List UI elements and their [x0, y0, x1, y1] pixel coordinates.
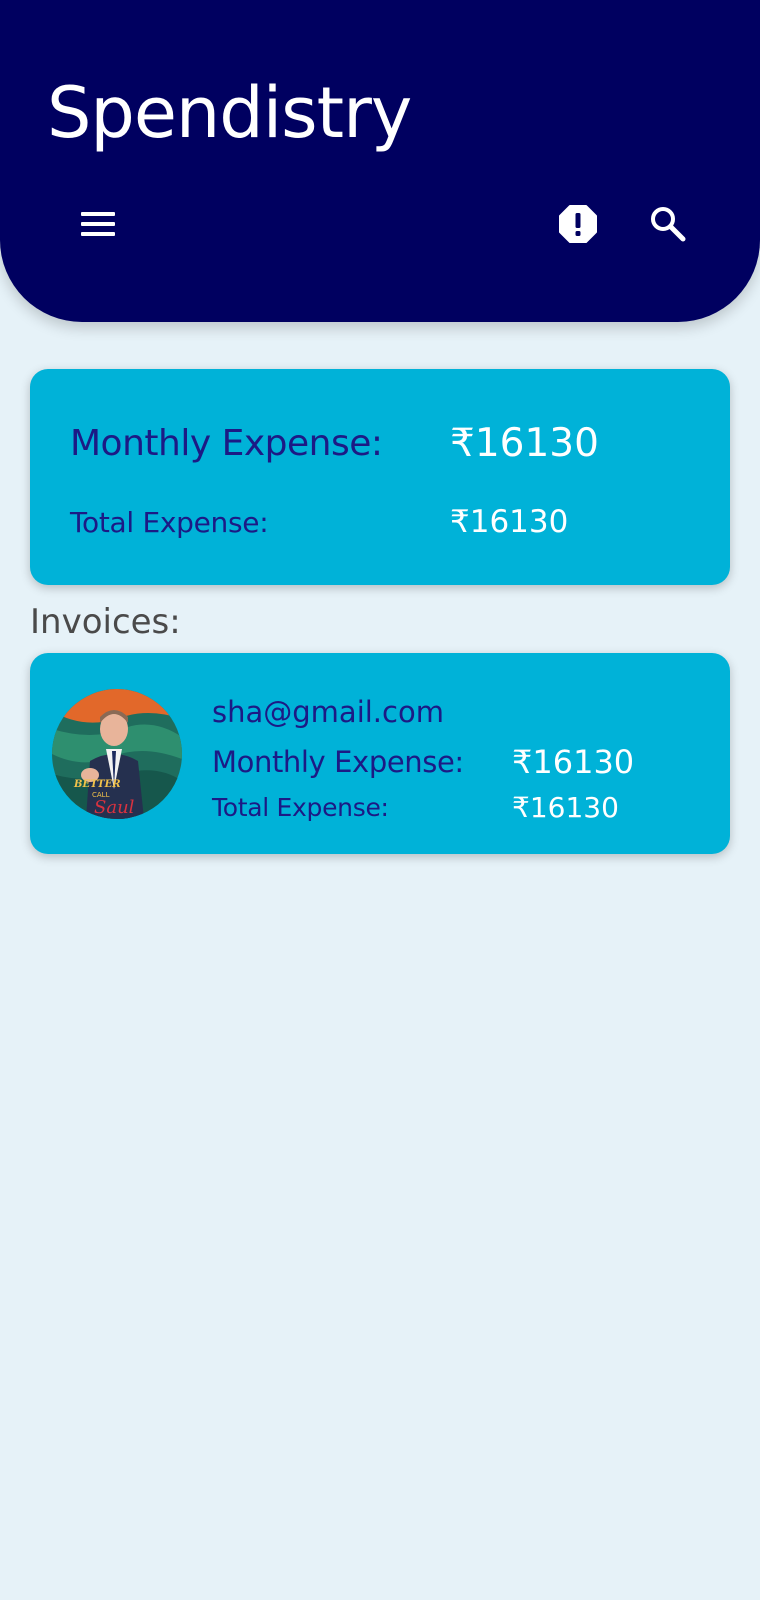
expense-summary-card: Monthly Expense: ₹16130 Total Expense: ₹… [30, 369, 730, 585]
avatar-text-better: BETTER [73, 779, 121, 790]
search-button[interactable] [640, 196, 696, 252]
avatar-text-saul: Saul [94, 797, 135, 818]
invoice-total-expense-value: ₹16130 [512, 791, 619, 824]
total-expense-label: Total Expense: [70, 506, 269, 539]
monthly-expense-label: Monthly Expense: [70, 423, 383, 464]
invoices-section-label: Invoices: [30, 602, 181, 642]
avatar: BETTER CALL Saul [52, 689, 182, 819]
alert-button[interactable] [550, 196, 606, 252]
hamburger-menu-icon [81, 212, 115, 236]
app-title: Spendistry [47, 72, 412, 154]
invoice-monthly-expense-value: ₹16130 [512, 743, 635, 781]
monthly-expense-value: ₹16130 [450, 421, 599, 466]
invoice-total-expense-label: Total Expense: [212, 793, 389, 822]
invoice-monthly-expense-label: Monthly Expense: [212, 745, 464, 779]
invoice-email: sha@gmail.com [212, 695, 444, 729]
invoice-card[interactable]: BETTER CALL Saul sha@gmail.com Monthly E… [30, 653, 730, 854]
total-expense-value: ₹16130 [450, 504, 569, 540]
alert-octagon-icon [559, 205, 597, 243]
search-icon [651, 207, 686, 242]
app-header: Spendistry [0, 0, 760, 322]
avatar-image: BETTER CALL Saul [52, 689, 182, 819]
menu-button[interactable] [70, 196, 126, 252]
